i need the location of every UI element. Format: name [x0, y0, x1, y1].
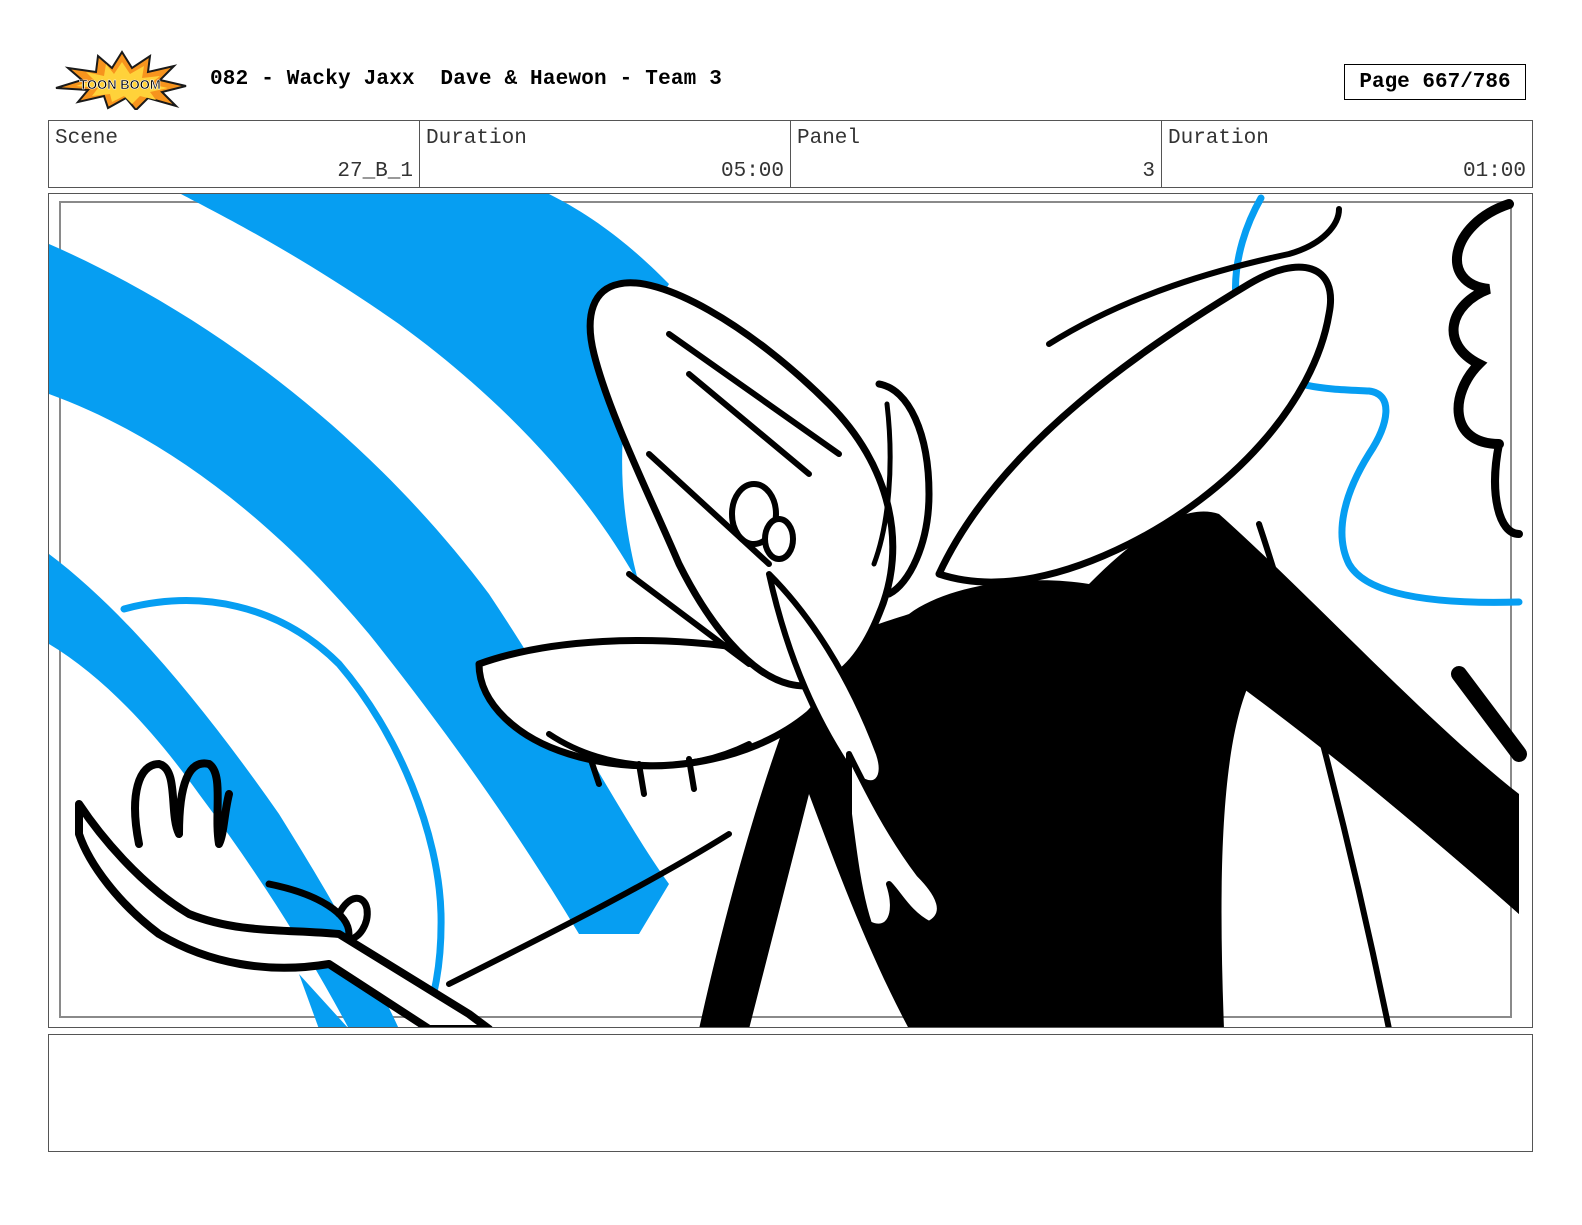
right-figure-face: [1491, 440, 1523, 538]
scene-info-row: Scene 27_B_1 Duration 05:00 Panel 3 Dura…: [48, 120, 1533, 188]
scene-label: Scene: [55, 127, 119, 150]
panel-duration-label: Duration: [1168, 127, 1269, 150]
right-figure-hair: [1448, 199, 1514, 449]
character-eye-right: [762, 516, 796, 562]
panel-cell: Panel 3: [791, 121, 1162, 187]
logo-text: TOON BOOM: [79, 77, 160, 92]
panel-value: 3: [1142, 160, 1155, 183]
toon-boom-logo: TOON BOOM: [52, 50, 192, 112]
hat-brim-right: [935, 263, 1334, 586]
panel-label: Panel: [797, 127, 861, 150]
panel-duration-cell: Duration 01:00: [1162, 121, 1532, 187]
document-title: 082 - Wacky Jaxx Dave & Haewon - Team 3: [210, 68, 723, 91]
scene-cell: Scene 27_B_1: [49, 121, 420, 187]
scene-duration-value: 05:00: [720, 160, 784, 183]
page-indicator: Page 667/786: [1344, 64, 1526, 100]
scene-duration-cell: Duration 05:00: [420, 121, 791, 187]
panel-duration-value: 01:00: [1462, 160, 1526, 183]
character-head: [586, 279, 897, 690]
storyboard-panel: [48, 193, 1533, 1028]
scene-duration-label: Duration: [426, 127, 527, 150]
storyboard-drawing: [49, 194, 1527, 1027]
character-fingers: [131, 759, 233, 848]
scene-value: 27_B_1: [337, 160, 413, 183]
panel-notes-box: [48, 1034, 1533, 1152]
